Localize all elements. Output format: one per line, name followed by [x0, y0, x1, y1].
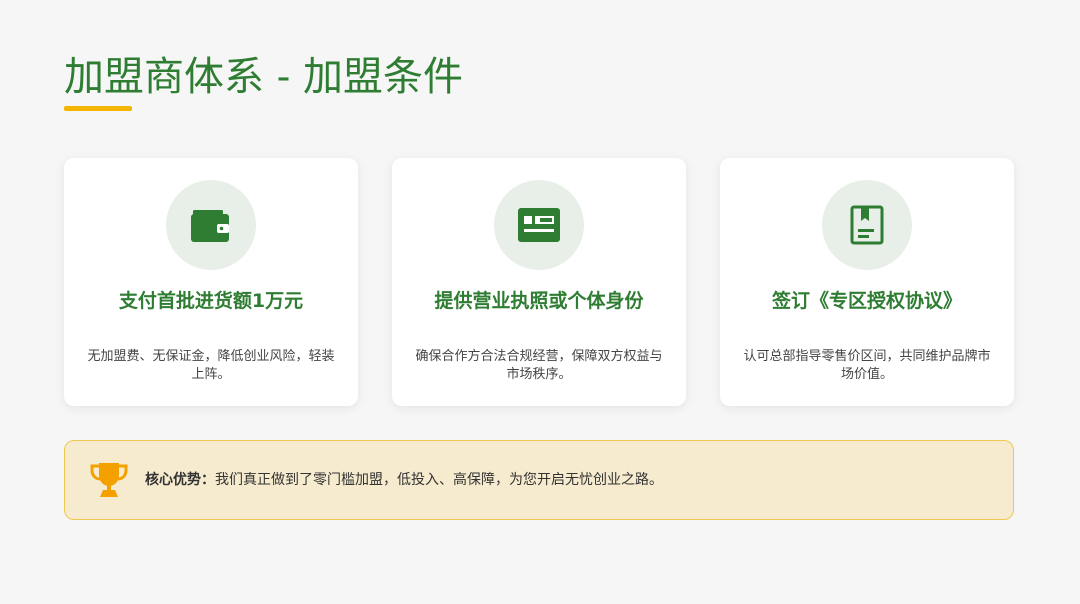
card-title: 签订《专区授权协议》 [771, 290, 962, 312]
slide: 加盟商体系 - 加盟条件 支付首批进货额1万元 无加盟费、无保证金，降低创业风险… [0, 0, 1080, 604]
banner-message: 我们真正做到了零门槛加盟，低投入、高保障，为您开启无忧创业之路。 [215, 472, 663, 488]
card-title: 提供营业执照或个体身份 [434, 290, 644, 312]
icon-circle [166, 180, 256, 270]
card-title: 支付首批进货额1万元 [118, 290, 304, 312]
card-description: 无加盟费、无保证金，降低创业风险，轻装上阵。 [87, 349, 335, 382]
icon-circle [822, 180, 912, 270]
icon-circle [494, 180, 584, 270]
card-description: 认可总部指导零售价区间，共同维护品牌市场价值。 [743, 349, 991, 382]
condition-card-license: 提供营业执照或个体身份 确保合作方合法合规经营，保障双方权益与市场秩序。 [392, 158, 686, 406]
core-advantage-banner: 核心优势：我们真正做到了零门槛加盟，低投入、高保障，为您开启无忧创业之路。 [64, 440, 1014, 520]
trophy-icon [90, 463, 128, 497]
page-title: 加盟商体系 - 加盟条件 [64, 54, 463, 100]
agreement-book-icon [850, 205, 884, 245]
title-underline [64, 106, 132, 111]
banner-text: 核心优势：我们真正做到了零门槛加盟，低投入、高保障，为您开启无忧创业之路。 [145, 441, 663, 519]
id-card-icon [518, 208, 560, 242]
card-description: 确保合作方合法合规经营，保障双方权益与市场秩序。 [415, 349, 663, 382]
condition-card-agreement: 签订《专区授权协议》 认可总部指导零售价区间，共同维护品牌市场价值。 [720, 158, 1014, 406]
conditions-cards: 支付首批进货额1万元 无加盟费、无保证金，降低创业风险，轻装上阵。 提供营业执照… [64, 158, 1014, 406]
condition-card-payment: 支付首批进货额1万元 无加盟费、无保证金，降低创业风险，轻装上阵。 [64, 158, 358, 406]
banner-label: 核心优势： [145, 472, 215, 488]
wallet-icon [191, 210, 229, 242]
